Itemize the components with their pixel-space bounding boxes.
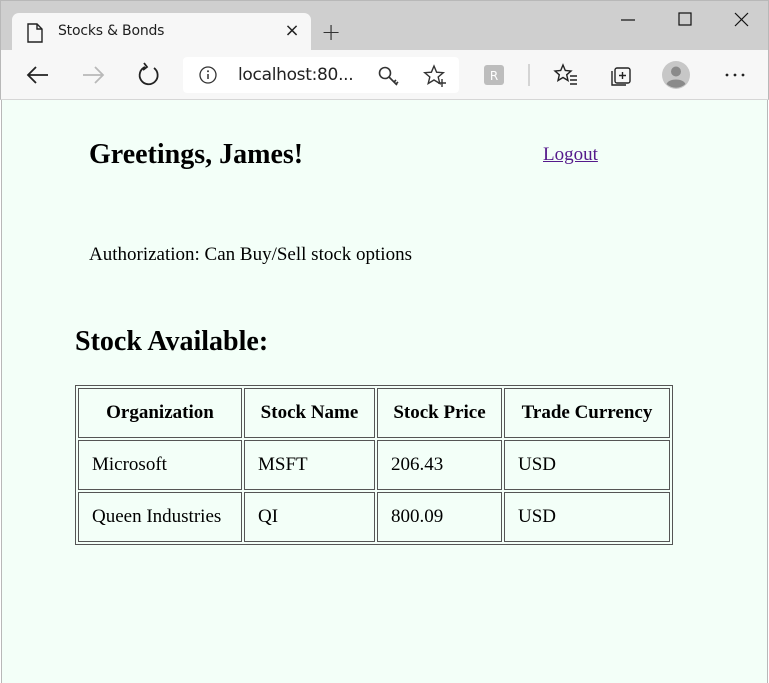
logout-link[interactable]: Logout — [543, 144, 598, 166]
cell-stock-name: MSFT — [244, 440, 375, 490]
address-text[interactable]: localhost:80... — [238, 65, 354, 85]
cell-organization: Queen Industries — [78, 492, 242, 542]
address-bar[interactable]: localhost:80... — [183, 57, 459, 93]
info-icon[interactable] — [199, 66, 217, 84]
table-row: Queen Industries QI 800.09 USD — [78, 492, 670, 542]
page-icon — [27, 23, 43, 43]
cell-stock-name: QI — [244, 492, 375, 542]
svg-text:R: R — [490, 69, 498, 83]
page-content: Greetings, James! Logout Authorization: … — [1, 100, 768, 683]
extension-icon[interactable]: R — [478, 59, 510, 91]
new-tab-button[interactable]: + — [319, 20, 343, 44]
authorization-text: Authorization: Can Buy/Sell stock option… — [89, 244, 412, 265]
tab-close-button[interactable]: × — [283, 22, 301, 40]
refresh-icon[interactable] — [132, 59, 164, 91]
maximize-icon[interactable] — [662, 5, 708, 35]
forward-arrow-icon — [83, 66, 105, 84]
cell-stock-price: 206.43 — [377, 440, 502, 490]
cell-organization: Microsoft — [78, 440, 242, 490]
table-header-row: Organization Stock Name Stock Price Trad… — [78, 388, 670, 438]
browser-titlebar: Stocks & Bonds × + — [0, 0, 769, 51]
back-arrow-icon[interactable] — [22, 59, 54, 91]
stock-table: Organization Stock Name Stock Price Trad… — [75, 385, 673, 545]
header-stock-name: Stock Name — [244, 388, 375, 438]
stock-available-heading: Stock Available: — [75, 326, 269, 357]
cell-trade-currency: USD — [504, 492, 670, 542]
browser-toolbar: localhost:80... R — [0, 50, 769, 100]
profile-icon[interactable] — [660, 59, 692, 91]
header-trade-currency: Trade Currency — [504, 388, 670, 438]
more-icon[interactable] — [719, 59, 751, 91]
star-add-icon[interactable] — [423, 64, 447, 88]
header-stock-price: Stock Price — [377, 388, 502, 438]
favorites-icon[interactable] — [550, 59, 582, 91]
greeting-heading: Greetings, James! — [89, 139, 304, 170]
close-icon[interactable] — [719, 5, 765, 35]
cell-trade-currency: USD — [504, 440, 670, 490]
toolbar-divider — [528, 64, 530, 86]
header-organization: Organization — [78, 388, 242, 438]
browser-tab[interactable]: Stocks & Bonds × — [12, 13, 311, 51]
minimize-icon[interactable] — [605, 5, 651, 35]
tab-title: Stocks & Bonds — [58, 23, 165, 39]
cell-stock-price: 800.09 — [377, 492, 502, 542]
key-icon[interactable] — [377, 65, 401, 87]
collections-icon[interactable] — [605, 59, 637, 91]
table-row: Microsoft MSFT 206.43 USD — [78, 440, 670, 490]
